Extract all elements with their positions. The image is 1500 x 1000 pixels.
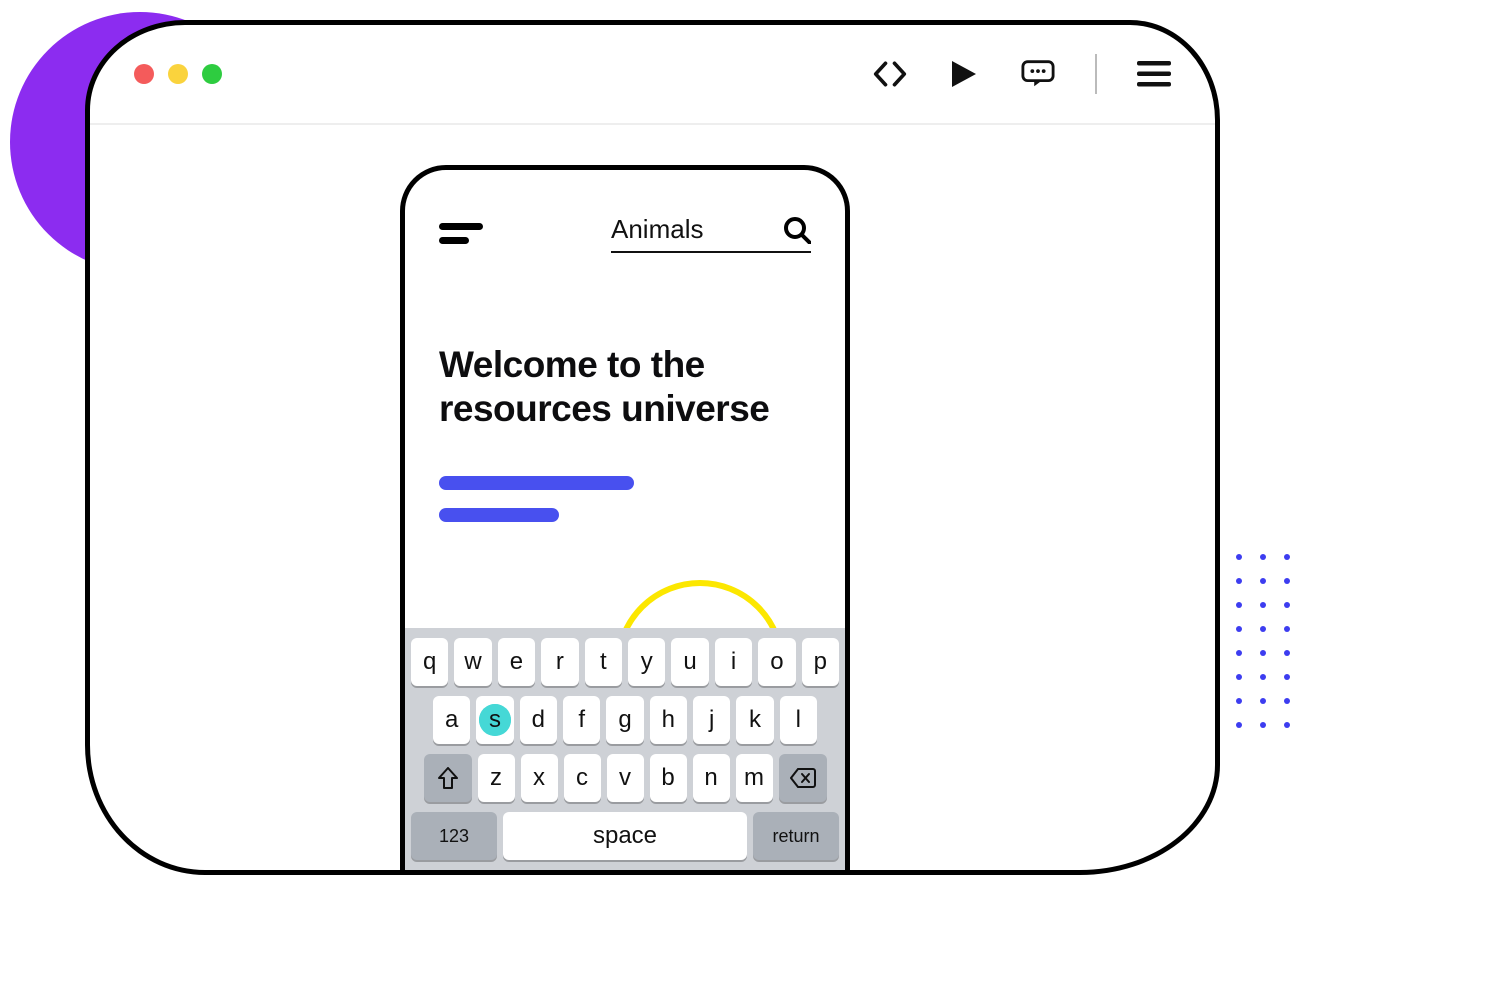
keyboard-key-u[interactable]: u xyxy=(671,638,708,686)
onscreen-keyboard: qwertyuiop asdfghjkl zxcvbnm 123 space r… xyxy=(405,628,845,875)
zoom-window-button[interactable] xyxy=(202,64,222,84)
browser-toolbar xyxy=(90,25,1215,125)
keyboard-key-y[interactable]: y xyxy=(628,638,665,686)
menu-icon[interactable] xyxy=(1137,57,1171,91)
keyboard-key-d[interactable]: d xyxy=(520,696,557,744)
keyboard-key-m[interactable]: m xyxy=(736,754,773,802)
keyboard-key-b[interactable]: b xyxy=(650,754,687,802)
code-icon[interactable] xyxy=(873,57,907,91)
browser-window: Welcome to the resources universe qwerty… xyxy=(85,20,1220,875)
keyboard-key-x[interactable]: x xyxy=(521,754,558,802)
keyboard-key-o[interactable]: o xyxy=(758,638,795,686)
play-icon[interactable] xyxy=(947,57,981,91)
keyboard-row-4: 123 space return xyxy=(411,812,839,860)
toolbar-right-group xyxy=(873,54,1171,94)
page-title: Welcome to the resources universe xyxy=(405,253,845,430)
keyboard-key-s[interactable]: s xyxy=(476,696,513,744)
keyboard-key-c[interactable]: c xyxy=(564,754,601,802)
phone-header xyxy=(405,170,845,253)
minimize-window-button[interactable] xyxy=(168,64,188,84)
keyboard-backspace-key[interactable] xyxy=(779,754,827,802)
keyboard-key-f[interactable]: f xyxy=(563,696,600,744)
decorative-dot-grid xyxy=(1212,554,1290,728)
keyboard-key-v[interactable]: v xyxy=(607,754,644,802)
keyboard-shift-key[interactable] xyxy=(424,754,472,802)
keyboard-key-j[interactable]: j xyxy=(693,696,730,744)
keyboard-key-n[interactable]: n xyxy=(693,754,730,802)
keyboard-switch-key[interactable]: 123 xyxy=(411,812,497,860)
subtitle-placeholder-bars xyxy=(405,430,845,522)
close-window-button[interactable] xyxy=(134,64,154,84)
keyboard-row-2: asdfghjkl xyxy=(411,696,839,744)
phone-menu-icon[interactable] xyxy=(439,223,483,244)
keyboard-key-a[interactable]: a xyxy=(433,696,470,744)
keyboard-return-key[interactable]: return xyxy=(753,812,839,860)
toolbar-divider xyxy=(1095,54,1097,94)
search-field-wrap xyxy=(611,214,811,253)
keyboard-key-h[interactable]: h xyxy=(650,696,687,744)
keyboard-key-q[interactable]: q xyxy=(411,638,448,686)
keyboard-key-k[interactable]: k xyxy=(736,696,773,744)
keyboard-key-p[interactable]: p xyxy=(802,638,839,686)
keyboard-key-g[interactable]: g xyxy=(606,696,643,744)
keyboard-key-i[interactable]: i xyxy=(715,638,752,686)
comment-icon[interactable] xyxy=(1021,57,1055,91)
search-icon[interactable] xyxy=(783,216,811,244)
keyboard-key-l[interactable]: l xyxy=(780,696,817,744)
keyboard-key-z[interactable]: z xyxy=(478,754,515,802)
phone-mockup: Welcome to the resources universe qwerty… xyxy=(400,165,850,875)
keyboard-key-e[interactable]: e xyxy=(498,638,535,686)
search-input[interactable] xyxy=(611,214,761,245)
keyboard-row-3: zxcvbnm xyxy=(411,754,839,802)
keyboard-row-1: qwertyuiop xyxy=(411,638,839,686)
keyboard-space-key[interactable]: space xyxy=(503,812,747,860)
keyboard-key-t[interactable]: t xyxy=(585,638,622,686)
keyboard-key-w[interactable]: w xyxy=(454,638,491,686)
keyboard-key-r[interactable]: r xyxy=(541,638,578,686)
window-controls xyxy=(134,64,222,84)
